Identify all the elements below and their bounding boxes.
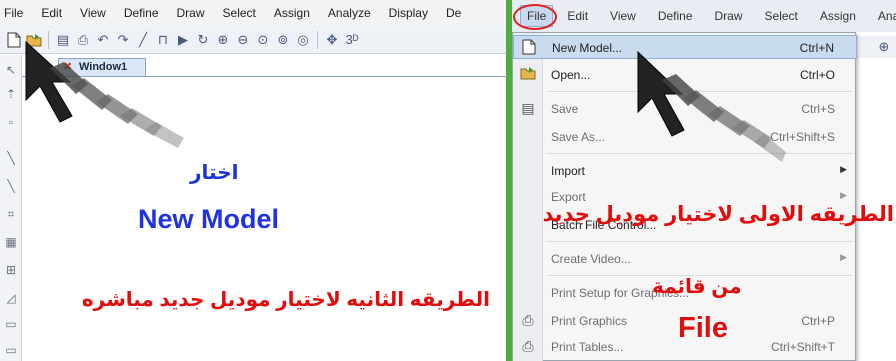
file-menu-highlight-circle [513, 4, 557, 30]
file-caption: File [678, 312, 728, 344]
rotate-icon[interactable]: ↻ [195, 32, 211, 48]
right-cursor-arrow-icon [637, 50, 786, 162]
submenu-arrow-icon: ▶ [840, 164, 847, 174]
zoom-in-icon[interactable]: ⊕ [215, 32, 231, 48]
print-icon: ⎙ [522, 338, 534, 354]
rectangle-icon[interactable]: ▭ [3, 317, 19, 333]
right-menu-select[interactable]: Select [765, 9, 798, 23]
second-method-caption: الطريقه الثانيه لاختيار موديل جديد مباشر… [81, 289, 490, 311]
right-menubar: File Edit View Define Draw Select Assign… [512, 0, 896, 32]
quick-frame-icon[interactable]: ⌗ [3, 207, 19, 223]
right-screenshot-panel: File Edit View Define Draw Select Assign… [512, 0, 896, 361]
menu-separator [547, 241, 853, 242]
view-3d-icon[interactable]: 3ᴰ [344, 32, 360, 48]
left-menu-display[interactable]: Display [389, 6, 428, 20]
brace-icon[interactable]: ⊞ [3, 263, 19, 279]
left-cursor-arrow-icon [25, 40, 184, 148]
draw-line-icon[interactable]: ╲ [3, 179, 19, 195]
grid-icon[interactable]: ▦ [3, 235, 19, 251]
choose-caption: اختار [190, 162, 239, 184]
print-icon: ⎙ [522, 312, 534, 328]
new-model-caption: New Model [138, 204, 280, 234]
left-menu-select[interactable]: Select [223, 6, 256, 20]
from-list-caption: من قائمة [652, 276, 742, 298]
menu-item-create-video[interactable]: Create Video... ▶ [513, 247, 857, 271]
left-menu-design[interactable]: De [446, 6, 461, 20]
left-menu-draw[interactable]: Draw [177, 6, 205, 20]
right-menu-view[interactable]: View [610, 9, 636, 23]
new-file-icon [521, 39, 537, 55]
left-menu-define[interactable]: Define [124, 6, 159, 20]
right-menu-assign[interactable]: Assign [820, 9, 856, 23]
zoom-out-icon[interactable]: ⊖ [235, 32, 251, 48]
right-menu-define[interactable]: Define [658, 9, 693, 23]
left-menu-view[interactable]: View [80, 6, 106, 20]
zoom-icon[interactable]: ⊕ [876, 39, 892, 55]
solid-icon[interactable]: ▭ [3, 343, 19, 359]
left-menu-assign[interactable]: Assign [274, 6, 310, 20]
submenu-arrow-icon: ▶ [840, 190, 847, 200]
zoom-previous-icon[interactable]: ⊚ [275, 32, 291, 48]
first-method-caption: الطريقه الاولى لاختيار موديل جديد [542, 203, 894, 226]
right-menu-analyze[interactable]: Analyze [878, 9, 896, 23]
zoom-all-icon[interactable]: ◎ [295, 32, 311, 48]
left-screenshot-panel: File Edit View Define Draw Select Assign… [0, 0, 506, 361]
zoom-window-icon[interactable]: ⊙ [255, 32, 271, 48]
left-menu-edit[interactable]: Edit [41, 6, 62, 20]
right-menu-edit[interactable]: Edit [567, 9, 588, 23]
left-menu-analyze[interactable]: Analyze [328, 6, 371, 20]
right-menu-draw[interactable]: Draw [715, 9, 743, 23]
pan-icon[interactable]: ✥ [324, 32, 340, 48]
left-menubar: File Edit View Define Draw Select Assign… [0, 0, 506, 26]
submenu-arrow-icon: ▶ [840, 252, 847, 262]
save-disk-icon: ▤ [521, 100, 535, 116]
open-folder-icon [520, 66, 536, 82]
toolbar-separator [317, 30, 318, 49]
area-icon[interactable]: ◿ [3, 291, 19, 307]
left-menu-file[interactable]: File [4, 6, 23, 20]
